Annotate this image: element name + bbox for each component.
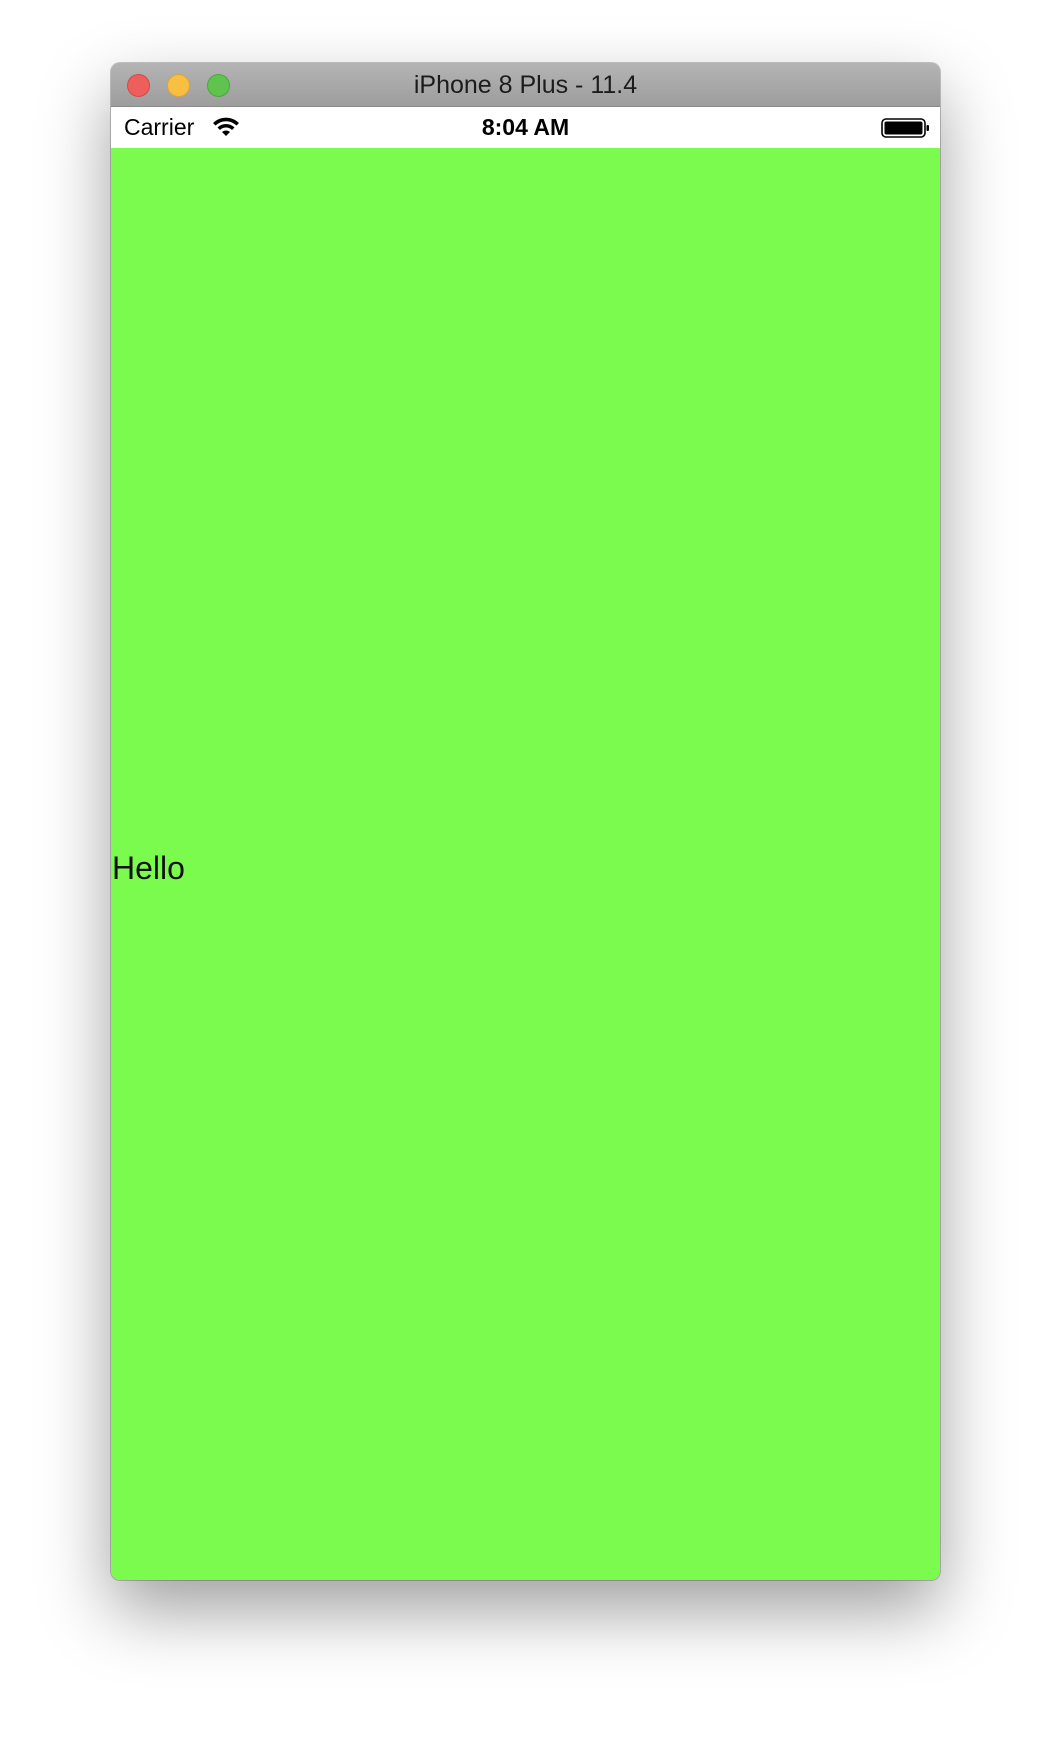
simulator-window: iPhone 8 Plus - 11.4 Carrier 8:04 AM Hel…: [111, 63, 940, 1580]
hello-label: Hello: [112, 850, 185, 886]
ios-status-bar: Carrier 8:04 AM: [111, 107, 940, 148]
desktop-background: iPhone 8 Plus - 11.4 Carrier 8:04 AM Hel…: [0, 0, 1052, 1740]
window-title: iPhone 8 Plus - 11.4: [413, 71, 638, 99]
battery-icon: [881, 118, 929, 138]
status-time: 8:04 AM: [481, 114, 570, 140]
app-screen: Hello: [111, 148, 940, 1580]
window-titlebar[interactable]: iPhone 8 Plus - 11.4: [111, 63, 940, 107]
